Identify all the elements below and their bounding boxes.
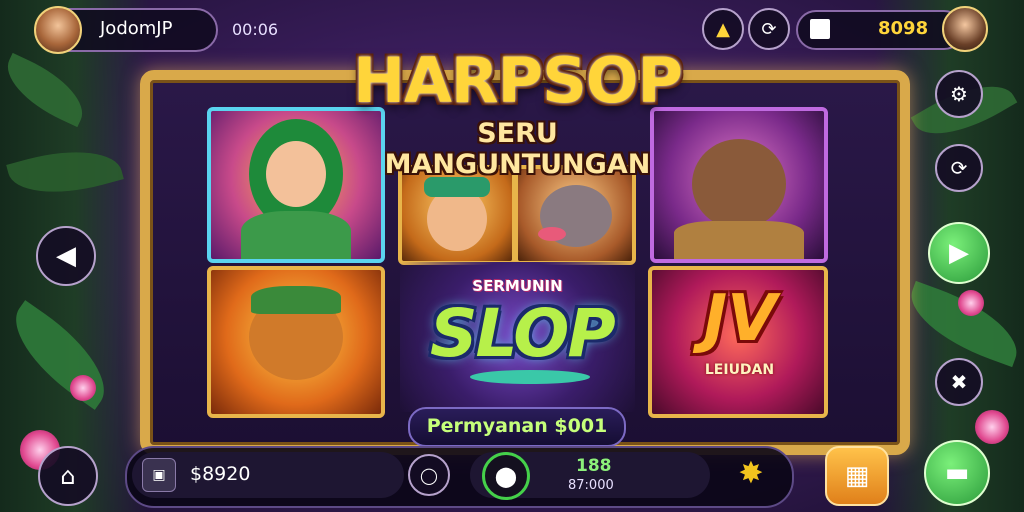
player-avatar[interactable] [34,6,82,54]
slot-overline: SERMUNIN [472,277,563,295]
promo-banner[interactable]: Permyanan $001 [408,407,626,447]
boar-armor [674,221,804,259]
game-subtitle: SERU MANGUNTUNGAN [384,118,651,180]
slot-logo: SLOP [430,295,616,372]
play-icon: ▶ [949,238,969,268]
flower-decor [70,375,96,401]
bet-button[interactable]: ▬ [924,440,990,506]
gear-icon: ⚙ [950,82,968,106]
boar-face [692,139,786,229]
jackpot-caption: LEIUDAN [704,362,775,378]
flower-decor [958,290,984,316]
dog-tile[interactable] [514,165,636,265]
tools-icon: ✖ [950,370,968,394]
game-title: HARPSOP [353,44,683,117]
slot-swoosh [470,370,590,384]
settings-button[interactable]: ⚙ [935,70,983,118]
grid-menu-icon: ▦ [844,461,870,491]
monkey-helmet [251,286,341,314]
warrior-crown [424,177,490,197]
arrow-left-icon: ◀ [56,241,76,271]
tools-button[interactable]: ✖ [935,358,983,406]
turbo-icon: ◯ [420,465,438,485]
opponent-avatar[interactable] [942,6,988,52]
wallet-icon [810,19,830,39]
turbo-button[interactable]: ◯ [408,454,450,496]
wallet-icon: ▣ [142,458,176,492]
spin-icon: ⬤ [494,464,518,488]
flower-decor [975,410,1009,444]
warrior-tile[interactable] [398,165,516,265]
bet-count: 188 [576,456,612,476]
sync-button[interactable]: ⟳ [935,144,983,192]
jackpot-logo: JV [703,282,777,356]
spin-button[interactable]: ⬤ [482,452,530,500]
refresh-icon: ⟳ [761,18,777,40]
balance-value: 8098 [878,18,929,39]
hint-button[interactable]: ▲ [702,8,744,50]
prev-button[interactable]: ◀ [36,226,96,286]
sync-icon: ⟳ [950,156,968,180]
heroine-face [266,141,326,207]
bone-icon: ▬ [944,458,970,488]
dog-tongue [538,227,566,241]
bonus-button[interactable]: ✸ [730,452,772,494]
home-button[interactable]: ⌂ [38,446,98,506]
home-icon: ⌂ [60,462,76,490]
lightbulb-icon: ▲ [716,18,730,40]
star-badge-icon: ✸ [738,455,764,491]
session-timer: 00:06 [232,20,279,39]
refresh-button[interactable]: ⟳ [748,8,790,50]
menu-button[interactable]: ▦ [825,446,889,506]
bet-total: 87:000 [568,478,614,493]
monkey-tile[interactable] [207,266,385,418]
wallet-balance: $8920 [190,463,251,485]
next-button[interactable]: ▶ [928,222,990,284]
username: JodomJP [100,18,173,39]
heroine-body [241,211,351,259]
